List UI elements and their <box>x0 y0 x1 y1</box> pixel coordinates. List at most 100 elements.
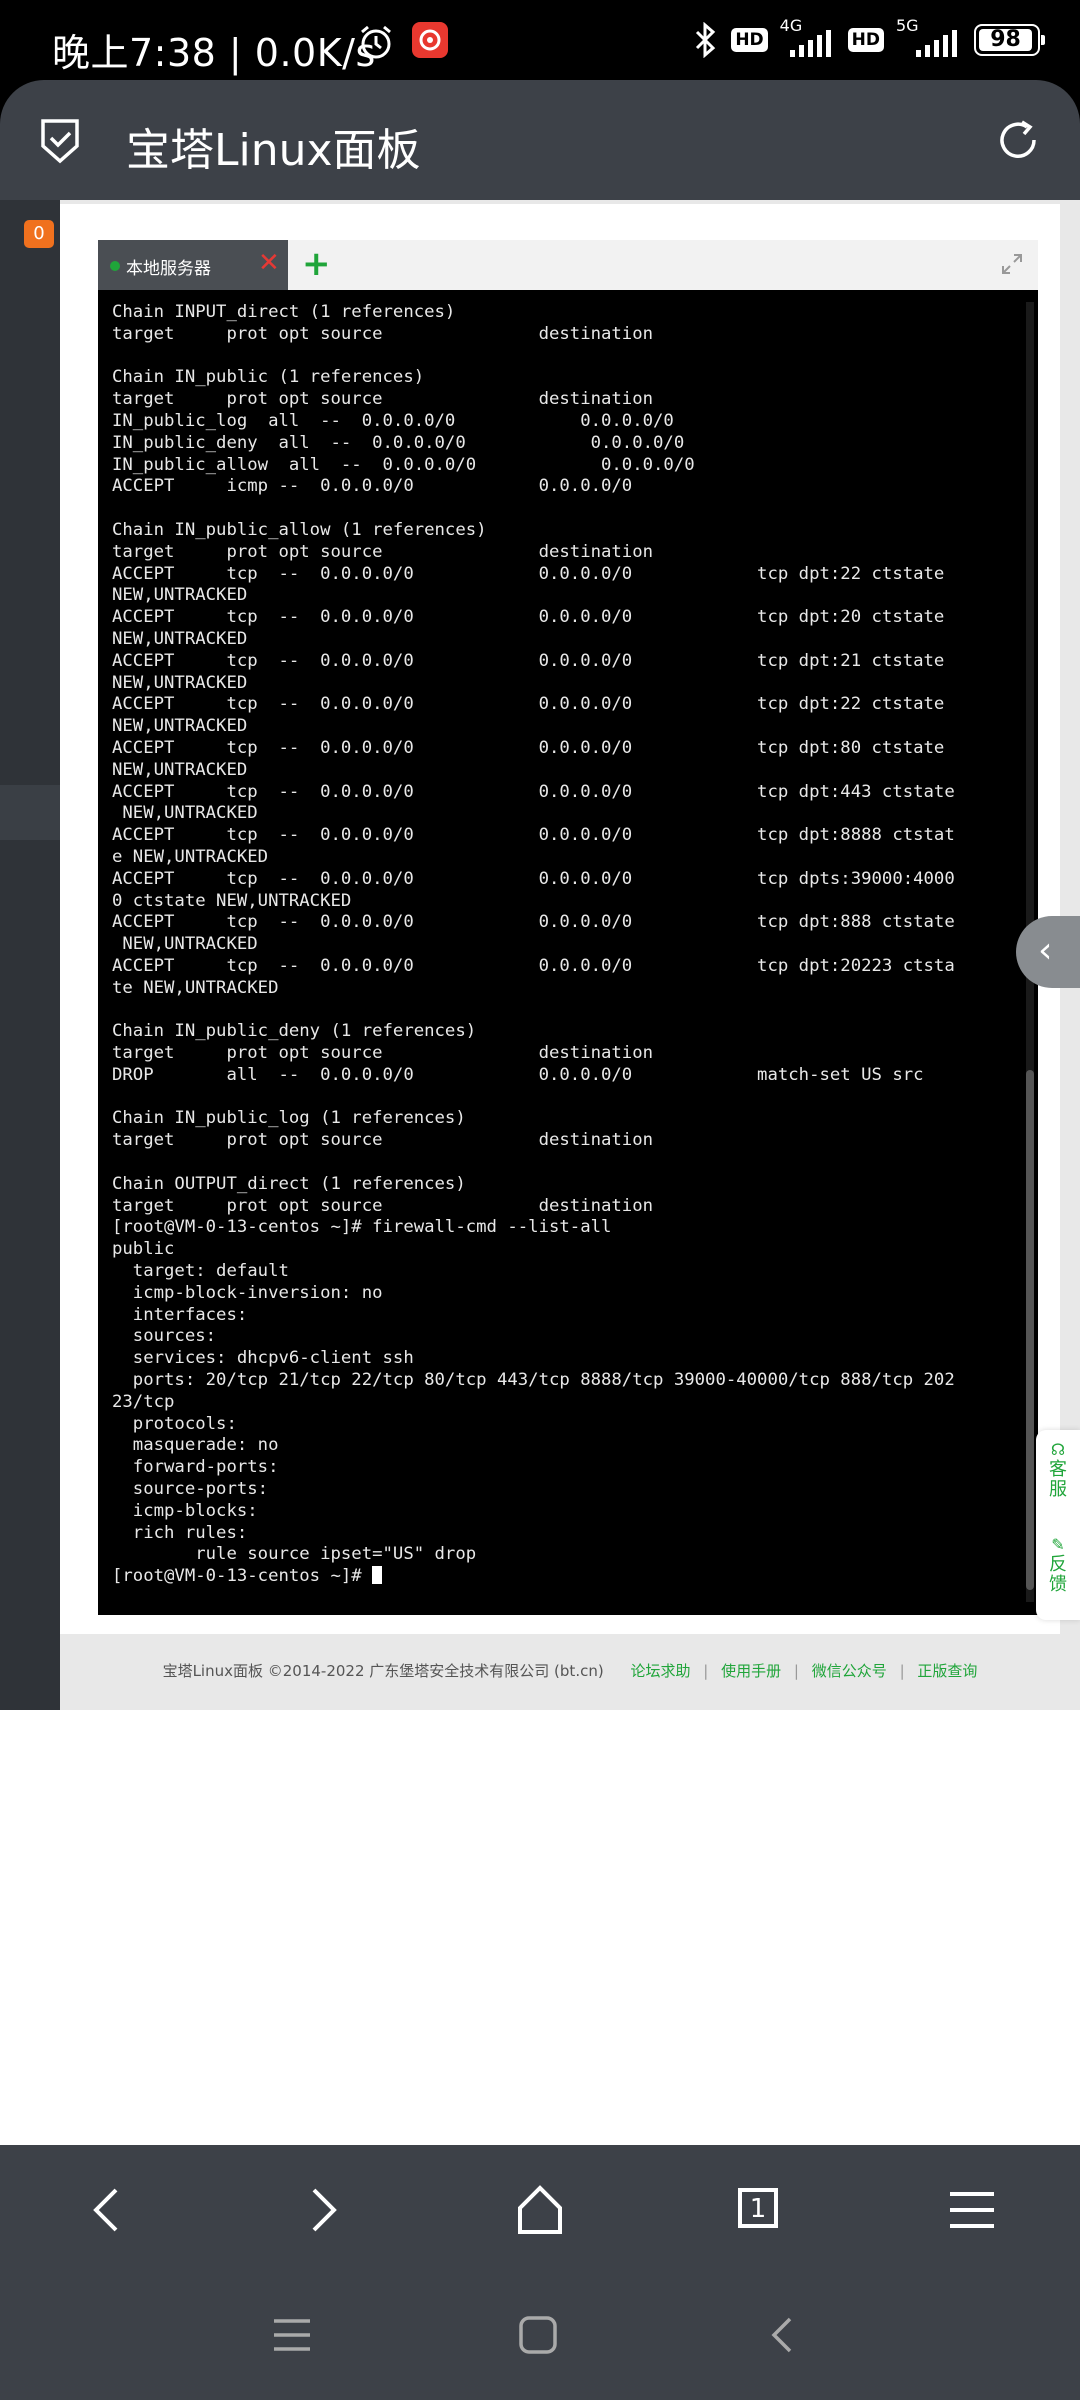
terminal-line: ACCEPT tcp -- 0.0.0.0/0 0.0.0.0/0 tcp dp… <box>112 781 955 802</box>
terminal-line: Chain IN_public (1 references) <box>112 367 425 388</box>
alarm-icon <box>361 25 391 59</box>
terminal-line: services: dhcpv6-client ssh <box>132 1348 414 1369</box>
terminal-line: NEW,UNTRACKED <box>112 628 248 649</box>
terminal-line: ACCEPT tcp -- 0.0.0.0/0 0.0.0.0/0 tcp dp… <box>112 868 955 889</box>
sidebar-active-item[interactable] <box>0 785 60 840</box>
terminal-line: ACCEPT tcp -- 0.0.0.0/0 0.0.0.0/0 tcp dp… <box>112 563 945 584</box>
terminal-line: ACCEPT tcp -- 0.0.0.0/0 0.0.0.0/0 tcp dp… <box>112 825 955 846</box>
home-square-icon[interactable] <box>518 2315 558 2355</box>
online-status-dot <box>110 261 120 271</box>
copyright-text: 宝塔Linux面板 ©2014-2022 广东堡塔安全技术有限公司 (bt.cn… <box>162 1662 604 1680</box>
terminal-tab-label: 本地服务器 <box>126 259 211 279</box>
terminal-line: te NEW,UNTRACKED <box>112 977 279 998</box>
shield-check-icon[interactable] <box>40 118 80 164</box>
terminal-line: NEW,UNTRACKED <box>112 585 248 606</box>
terminal-line: IN_public_deny all -- 0.0.0.0/0 0.0.0.0/… <box>112 432 685 453</box>
terminal-line: sources: <box>132 1326 217 1347</box>
hd-badge-2: HD <box>847 28 884 52</box>
terminal-output[interactable]: Chain INPUT_direct (1 references) target… <box>112 302 1012 1602</box>
terminal-line: Chain INPUT_direct (1 references) <box>112 302 456 322</box>
terminal-line: 23/tcp <box>112 1391 175 1412</box>
terminal-line: public <box>112 1239 175 1260</box>
terminal-line: target: default <box>132 1261 289 1282</box>
terminal-line: target prot opt source destination <box>112 1043 654 1064</box>
terminal-line: forward-ports: <box>132 1457 279 1478</box>
terminal-line: target prot opt source destination <box>112 1195 654 1216</box>
customer-service-label: 客服 <box>1049 1459 1067 1500</box>
signal-5g-icon: 5G <box>896 16 962 60</box>
terminal-line: target prot opt source destination <box>112 541 654 562</box>
terminal-scrollbar-thumb[interactable] <box>1026 1070 1034 1590</box>
terminal-line: target prot opt source destination <box>112 389 654 410</box>
terminal-line: rule source ipset="US" drop <box>195 1544 477 1565</box>
terminal-line: masquerade: no <box>132 1435 279 1456</box>
terminal-line: ACCEPT tcp -- 0.0.0.0/0 0.0.0.0/0 tcp dp… <box>112 694 945 715</box>
feedback-label: 反馈 <box>1049 1554 1067 1595</box>
collapse-side-button[interactable]: ‹ <box>1016 916 1080 988</box>
terminal-line: source-ports: <box>132 1479 269 1500</box>
app-title: 宝塔Linux面板 <box>126 125 421 176</box>
feedback-button[interactable]: ✎ 反馈 <box>1036 1535 1080 1595</box>
terminal-line: [root@VM-0-13-centos ~]# firewall-cmd --… <box>112 1217 612 1238</box>
tab-count: 1 <box>738 2188 778 2228</box>
system-nav-bar <box>0 2275 1080 2400</box>
terminal-prompt: [root@VM-0-13-centos ~]# <box>112 1566 373 1587</box>
terminal-line: ACCEPT tcp -- 0.0.0.0/0 0.0.0.0/0 tcp dp… <box>112 912 955 933</box>
terminal-line: target prot opt source destination <box>112 323 654 344</box>
battery-icon: 98 <box>974 24 1045 56</box>
system-back-icon[interactable] <box>764 2315 804 2355</box>
forward-arrow-icon[interactable] <box>292 2180 352 2240</box>
back-arrow-icon[interactable] <box>78 2180 138 2240</box>
left-sidebar <box>0 200 60 1710</box>
notification-badge[interactable]: 0 <box>24 220 54 248</box>
forum-help-link[interactable]: 论坛求助 <box>630 1662 690 1680</box>
close-tab-icon[interactable]: ✕ <box>258 248 280 278</box>
terminal-line: e NEW,UNTRACKED <box>112 846 269 867</box>
page-footer: 宝塔Linux面板 ©2014-2022 广东堡塔安全技术有限公司 (bt.cn… <box>60 1660 1080 1681</box>
terminal-tab-local-server[interactable]: 本地服务器 ✕ <box>98 240 288 290</box>
terminal-line: ACCEPT tcp -- 0.0.0.0/0 0.0.0.0/0 tcp dp… <box>112 955 955 976</box>
terminal-line: protocols: <box>132 1413 237 1434</box>
hd-badge: HD <box>731 28 768 52</box>
terminal-line: ACCEPT tcp -- 0.0.0.0/0 0.0.0.0/0 tcp dp… <box>112 737 945 758</box>
tabs-button[interactable]: 1 <box>730 2180 790 2240</box>
customer-service-button[interactable]: ☊ 客服 <box>1036 1440 1080 1500</box>
terminal-line: 0 ctstate NEW,UNTRACKED <box>112 890 352 911</box>
terminal-line: interfaces: <box>132 1304 248 1325</box>
manual-link[interactable]: 使用手册 <box>721 1662 781 1680</box>
side-help-panel: ☊ 客服 ✎ 反馈 <box>1036 1430 1080 1620</box>
terminal-line: Chain IN_public_log (1 references) <box>112 1108 466 1129</box>
edit-icon: ✎ <box>1051 1535 1065 1554</box>
terminal-line: NEW,UNTRACKED <box>112 759 248 780</box>
add-tab-icon[interactable]: + <box>302 244 331 284</box>
browser-nav-bar: 1 <box>0 2145 1080 2275</box>
terminal-line: rich rules: <box>132 1522 248 1543</box>
terminal-line: icmp-blocks: <box>132 1500 258 1521</box>
separator: | <box>899 1662 905 1680</box>
signal-4g-icon: 4G <box>780 16 836 60</box>
terminal-line: icmp-block-inversion: no <box>132 1282 383 1303</box>
menu-icon[interactable] <box>942 2180 1002 2240</box>
fullscreen-icon[interactable] <box>1000 252 1024 276</box>
terminal-line: NEW,UNTRACKED <box>122 934 258 955</box>
separator: | <box>703 1662 709 1680</box>
terminal-line: ACCEPT tcp -- 0.0.0.0/0 0.0.0.0/0 tcp dp… <box>112 607 945 628</box>
terminal-line: ACCEPT icmp -- 0.0.0.0/0 0.0.0.0/0 <box>112 476 633 497</box>
terminal-line: DROP all -- 0.0.0.0/0 0.0.0.0/0 match-se… <box>112 1064 924 1085</box>
wechat-link[interactable]: 微信公众号 <box>812 1662 887 1680</box>
terminal-line: NEW,UNTRACKED <box>112 716 248 737</box>
terminal-line: Chain OUTPUT_direct (1 references) <box>112 1173 466 1194</box>
headset-icon: ☊ <box>1050 1440 1066 1459</box>
terminal-line: Chain IN_public_allow (1 references) <box>112 519 487 540</box>
terminal-line: ACCEPT tcp -- 0.0.0.0/0 0.0.0.0/0 tcp dp… <box>112 650 945 671</box>
home-icon[interactable] <box>510 2180 570 2240</box>
app-header: 宝塔Linux面板 <box>0 80 1080 200</box>
terminal-line: IN_public_allow all -- 0.0.0.0/0 0.0.0.0… <box>112 454 695 475</box>
license-check-link[interactable]: 正版查询 <box>917 1662 977 1680</box>
refresh-icon[interactable] <box>994 116 1042 164</box>
terminal-line: IN_public_log all -- 0.0.0.0/0 0.0.0.0/0 <box>112 410 674 431</box>
recent-apps-icon[interactable] <box>272 2315 312 2355</box>
status-time-speed: 晚上7:38 | 0.0K/s <box>52 31 376 75</box>
terminal-line: Chain IN_public_deny (1 references) <box>112 1021 477 1042</box>
terminal-window: 本地服务器 ✕ + Chain INPUT_direct (1 referenc… <box>98 240 1038 1615</box>
